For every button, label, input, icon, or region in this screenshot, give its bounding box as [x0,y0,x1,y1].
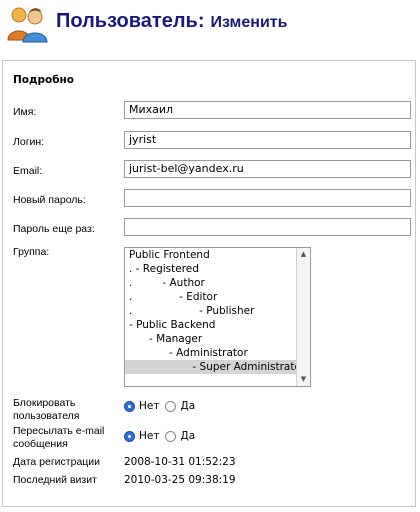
group-option[interactable]: - Public Backend [125,318,296,332]
scroll-down-arrow-icon[interactable]: ▼ [297,373,310,386]
page-title-action: Изменить [210,14,288,31]
group-option-selected[interactable]: - Super Administrator [125,360,305,374]
send-email-label-line2: сообщения [13,438,68,450]
page-title: Пользователь: Изменить [56,10,287,33]
send-email-no-radio[interactable] [124,430,135,442]
name-label: Имя: [13,106,37,118]
page-header: Пользователь: Изменить [0,0,420,48]
send-email-no-label[interactable]: Нет [139,430,159,442]
name-field[interactable]: Михаил [124,101,411,119]
block-user-yes-label[interactable]: Да [180,400,195,412]
group-option[interactable]: . - Author [125,276,296,290]
last-visit-label: Последний визит [13,474,97,486]
group-options: Public Frontend . - Registered . - Autho… [125,248,305,374]
scroll-up-arrow-icon[interactable]: ▲ [297,248,310,261]
send-email-yes-radio[interactable] [165,430,177,442]
new-password-label: Новый пароль: [13,194,86,206]
block-user-radio-group: Нет Да [124,400,201,412]
group-option[interactable]: - Manager [125,332,296,346]
send-email-yes-label[interactable]: Да [180,430,195,442]
login-label: Логин: [13,136,45,148]
registration-date-value: 2008-10-31 01:52:23 [124,456,236,468]
new-password-field[interactable] [124,189,411,207]
block-user-label-line2: пользователя [13,410,80,422]
block-user-no-radio[interactable] [124,400,135,412]
registration-date-label: Дата регистрации [13,456,101,468]
group-option[interactable]: - Administrator [125,346,296,360]
panel-legend: Подробно [13,74,75,86]
last-visit-value: 2010-03-25 09:38:19 [124,474,236,486]
group-option[interactable]: Public Frontend [125,248,296,262]
send-email-label-line1: Пересылать e-mail [13,425,105,437]
group-label: Группа: [13,246,50,258]
users-icon [7,7,48,43]
login-field[interactable]: jyrist [124,131,411,149]
group-option[interactable]: . - Editor [125,290,296,304]
password-again-label: Пароль еще раз: [13,223,95,235]
block-user-no-label[interactable]: Нет [139,400,159,412]
block-user-label: Блокировать пользователя [13,397,80,423]
block-user-label-line1: Блокировать [13,397,76,409]
block-user-yes-radio[interactable] [165,400,177,412]
email-label: Email: [13,165,43,177]
group-select[interactable]: Public Frontend . - Registered . - Autho… [124,247,311,387]
details-panel: Подробно Имя: Михаил Логин: jyrist Email… [2,60,416,507]
send-email-radio-group: Нет Да [124,430,201,442]
password-again-field[interactable] [124,218,411,236]
group-scrollbar[interactable]: ▲ ▼ [296,248,310,386]
group-option[interactable]: . - Publisher [125,304,296,318]
page-title-text: Пользователь: [56,10,205,32]
send-email-label: Пересылать e-mail сообщения [13,425,104,451]
group-option[interactable]: . - Registered [125,262,296,276]
email-field[interactable]: jurist-bel@yandex.ru [124,160,411,178]
